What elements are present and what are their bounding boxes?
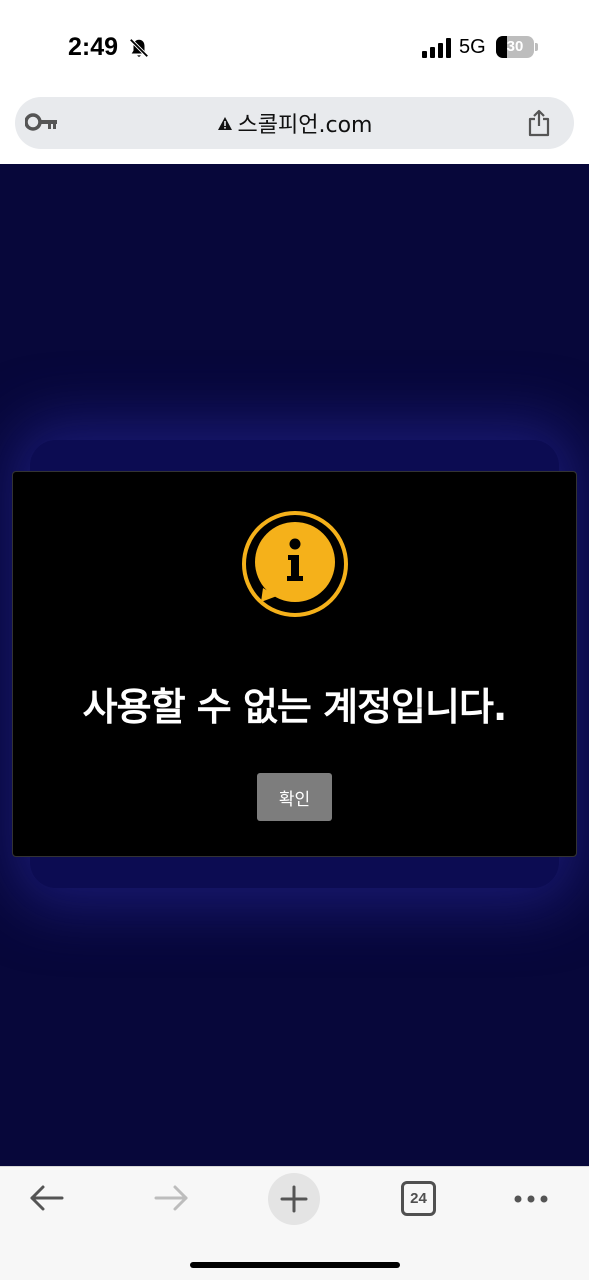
status-bar: 2:49 5G 30 [0,0,589,96]
back-arrow-icon[interactable] [28,1183,66,1213]
alert-message: 사용할 수 없는 계정입니다. [82,685,508,729]
forward-arrow-icon[interactable] [152,1183,190,1213]
warning-icon [217,116,232,130]
confirm-button[interactable]: 확인 [257,773,332,821]
web-page: 사용할 수 없는 계정입니다. 확인 [0,164,589,1166]
battery-icon: 30 [496,36,538,58]
cellular-signal-icon [422,38,451,58]
info-speech-bubble-icon [242,511,348,617]
new-tab-button[interactable] [268,1173,320,1225]
url-text[interactable]: 스콜피언.com [238,107,373,139]
share-icon[interactable] [526,109,552,137]
plus-icon [280,1185,308,1213]
tabs-button[interactable]: 24 [401,1181,436,1216]
status-time: 2:49 [68,33,119,61]
home-indicator[interactable] [190,1262,400,1268]
battery-level: 30 [506,38,524,55]
bell-slash-icon [129,38,149,58]
bottom-toolbar: 24 [0,1166,589,1280]
alert-modal: 사용할 수 없는 계정입니다. 확인 [12,471,577,857]
url-display[interactable]: 스콜피언.com [15,97,574,149]
more-dots-icon[interactable] [512,1189,550,1209]
network-type: 5G [459,36,486,58]
address-bar[interactable]: 스콜피언.com [15,97,574,149]
